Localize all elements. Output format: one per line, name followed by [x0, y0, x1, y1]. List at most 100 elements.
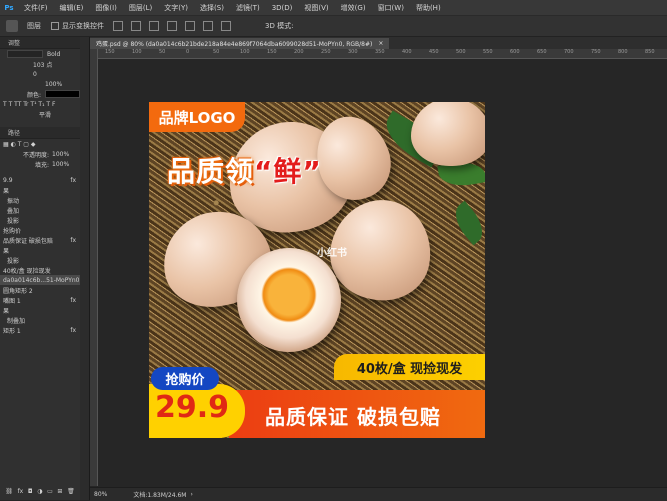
- scale-row[interactable]: 100%: [0, 79, 80, 89]
- ruler-tick-label: 550: [483, 49, 493, 55]
- menu-plugins[interactable]: 增效(G): [335, 3, 372, 13]
- layer-row[interactable]: 9.9 fx: [0, 175, 80, 185]
- ruler-top[interactable]: 150 100 50 0 50 100 150 200 250 300 350 400 450 500 55…: [97, 49, 667, 59]
- align-top-icon[interactable]: [167, 21, 177, 31]
- fx-add-icon[interactable]: fx: [18, 488, 24, 495]
- adjustment-icon[interactable]: ◑: [37, 488, 42, 495]
- layer-name: 果: [3, 247, 10, 255]
- align-center-icon[interactable]: [131, 21, 141, 31]
- layer-row[interactable]: 品质保证 破损包赔 fx: [0, 235, 80, 245]
- scale-value: 100%: [45, 80, 63, 88]
- align-middle-icon[interactable]: [185, 21, 195, 31]
- new-layer-icon[interactable]: ⊞: [57, 488, 62, 495]
- font-family-field[interactable]: [7, 50, 43, 58]
- layer-row-selected[interactable]: da0a014c6b...51-MoPYn0: [0, 275, 80, 285]
- menu-image[interactable]: 图像(I): [89, 3, 123, 13]
- mode-3d-label: 3D 模式:: [265, 22, 294, 30]
- ruler-tick-label: 700: [564, 49, 574, 55]
- headline[interactable]: 品质领“鲜”: [167, 150, 322, 190]
- menu-filter[interactable]: 滤镜(T): [230, 3, 266, 13]
- layer-row[interactable]: 制叠加: [0, 315, 80, 325]
- ruler-tick-label: 100: [240, 49, 250, 55]
- color-swatch[interactable]: [45, 90, 80, 98]
- cracked-egg-yolk: [237, 248, 341, 352]
- layer-name: 嘴图 1: [3, 297, 21, 305]
- count-banner[interactable]: 40枚/盒 现捡现发: [334, 354, 485, 380]
- brand-logo-badge[interactable]: 品牌LOGO: [149, 102, 245, 132]
- layer-row[interactable]: 投影: [0, 215, 80, 225]
- price-banner[interactable]: 29.9 品质保证 破损包赔: [149, 384, 485, 438]
- menu-3d[interactable]: 3D(D): [266, 4, 299, 12]
- layer-row[interactable]: 40枚/盒 现捡现发: [0, 265, 80, 275]
- text-style-row[interactable]: T T TT Tr T¹ T₁ T F: [0, 99, 80, 109]
- price-label-pill[interactable]: 抢购价: [151, 367, 219, 390]
- layer-row[interactable]: 果: [0, 245, 80, 255]
- menu-edit[interactable]: 编辑(E): [54, 3, 90, 13]
- layer-row[interactable]: 嘴图 1 fx: [0, 295, 80, 305]
- document-tab[interactable]: 鸡蛋.psd @ 80% (da0a014c6b21bde218a84e4e86…: [90, 38, 390, 49]
- status-bar: 80% 文档:1.83M/24.6M ›: [90, 487, 667, 501]
- menu-help[interactable]: 帮助(H): [410, 3, 447, 13]
- text-style-icons[interactable]: T T TT Tr T¹ T₁ T F: [3, 101, 55, 108]
- zoom-level[interactable]: 80%: [94, 491, 107, 498]
- layer-row[interactable]: 圆角矩形 2: [0, 285, 80, 295]
- ruler-left[interactable]: [90, 49, 98, 486]
- show-transform-label: 显示变换控件: [62, 22, 104, 30]
- layer-row[interactable]: 抢购价: [0, 225, 80, 235]
- layer-name: 40枚/盒 现捡现发: [3, 267, 51, 275]
- layer-row[interactable]: 叠加: [0, 205, 80, 215]
- antialias-row[interactable]: 平滑: [0, 109, 80, 119]
- folder-icon[interactable]: ▭: [47, 488, 53, 495]
- opacity-row[interactable]: 不透明度: 100%: [0, 149, 80, 159]
- layer-row[interactable]: 果: [0, 305, 80, 315]
- align-left-icon[interactable]: [113, 21, 123, 31]
- layer-name: 叠加: [7, 207, 20, 215]
- menu-type[interactable]: 文字(Y): [158, 3, 194, 13]
- layer-row[interactable]: 振动: [0, 195, 80, 205]
- chevron-right-icon[interactable]: ›: [190, 491, 192, 498]
- link-icon[interactable]: ⛓: [5, 488, 13, 495]
- menu-view[interactable]: 视图(V): [298, 3, 334, 13]
- close-icon[interactable]: ×: [378, 40, 383, 47]
- font-style-row[interactable]: Bold: [0, 49, 80, 59]
- ruler-tick-label: 650: [537, 49, 547, 55]
- layer-name: 抢购价: [3, 227, 22, 235]
- mask-icon[interactable]: ◘: [28, 488, 33, 495]
- show-transform-checkbox[interactable]: 显示变换控件: [51, 21, 104, 31]
- align-right-icon[interactable]: [149, 21, 159, 31]
- distribute-icon[interactable]: [221, 21, 231, 31]
- opacity-label: 不透明度:: [23, 151, 50, 159]
- layer-row[interactable]: 投影: [0, 255, 80, 265]
- filter-icons[interactable]: ▦ ◐ T ▢ ◆: [3, 141, 35, 148]
- menu-layer[interactable]: 图层(L): [123, 3, 158, 13]
- opacity-value[interactable]: 100%: [52, 151, 69, 158]
- collapsed-panel-strip[interactable]: [80, 37, 90, 500]
- doc-size[interactable]: 文档:1.83M/24.6M: [133, 490, 186, 499]
- fill-row[interactable]: 填充: 100%: [0, 159, 80, 169]
- left-panel: 调整 Bold 103 点 0 100% 颜色: T T TT Tr T¹ T₁…: [0, 37, 81, 500]
- layer-row[interactable]: 果: [0, 185, 80, 195]
- layer-select-dropdown[interactable]: 图层: [27, 21, 41, 31]
- checkbox-icon: [51, 22, 59, 30]
- color-row[interactable]: 颜色:: [0, 89, 80, 99]
- artboard[interactable]: 品牌LOGO 品质领“鲜” 小红书 40枚/盒 现捡现发 29.9 品质保证 破…: [149, 102, 485, 438]
- trash-icon[interactable]: 🗑: [67, 488, 75, 495]
- layer-name: 品质保证 破损包赔: [3, 237, 53, 245]
- headline-prefix: 品质领: [167, 155, 255, 188]
- adjust-panel-header[interactable]: 调整: [0, 37, 80, 49]
- photoshop-logo-icon[interactable]: Ps: [0, 0, 18, 15]
- layers-footer-icons[interactable]: ⛓ fx ◘ ◑ ▭ ⊞ 🗑: [0, 486, 77, 496]
- font-size-row[interactable]: 103 点: [0, 59, 80, 69]
- align-bottom-icon[interactable]: [203, 21, 213, 31]
- menu-file[interactable]: 文件(F): [18, 3, 54, 13]
- ruler-tick-label: 350: [375, 49, 385, 55]
- move-tool-icon[interactable]: [6, 20, 18, 32]
- layer-filter-row[interactable]: ▦ ◐ T ▢ ◆: [0, 139, 80, 149]
- tracking-row[interactable]: 0: [0, 69, 80, 79]
- menu-select[interactable]: 选择(S): [194, 3, 230, 13]
- canvas-area[interactable]: 品牌LOGO 品质领“鲜” 小红书 40枚/盒 现捡现发 29.9 品质保证 破…: [98, 59, 667, 486]
- fill-value[interactable]: 100%: [52, 161, 69, 168]
- layer-row[interactable]: 矩形 1 fx: [0, 325, 80, 335]
- menu-window[interactable]: 窗口(W): [372, 3, 410, 13]
- layers-panel-header[interactable]: 路径: [0, 127, 80, 139]
